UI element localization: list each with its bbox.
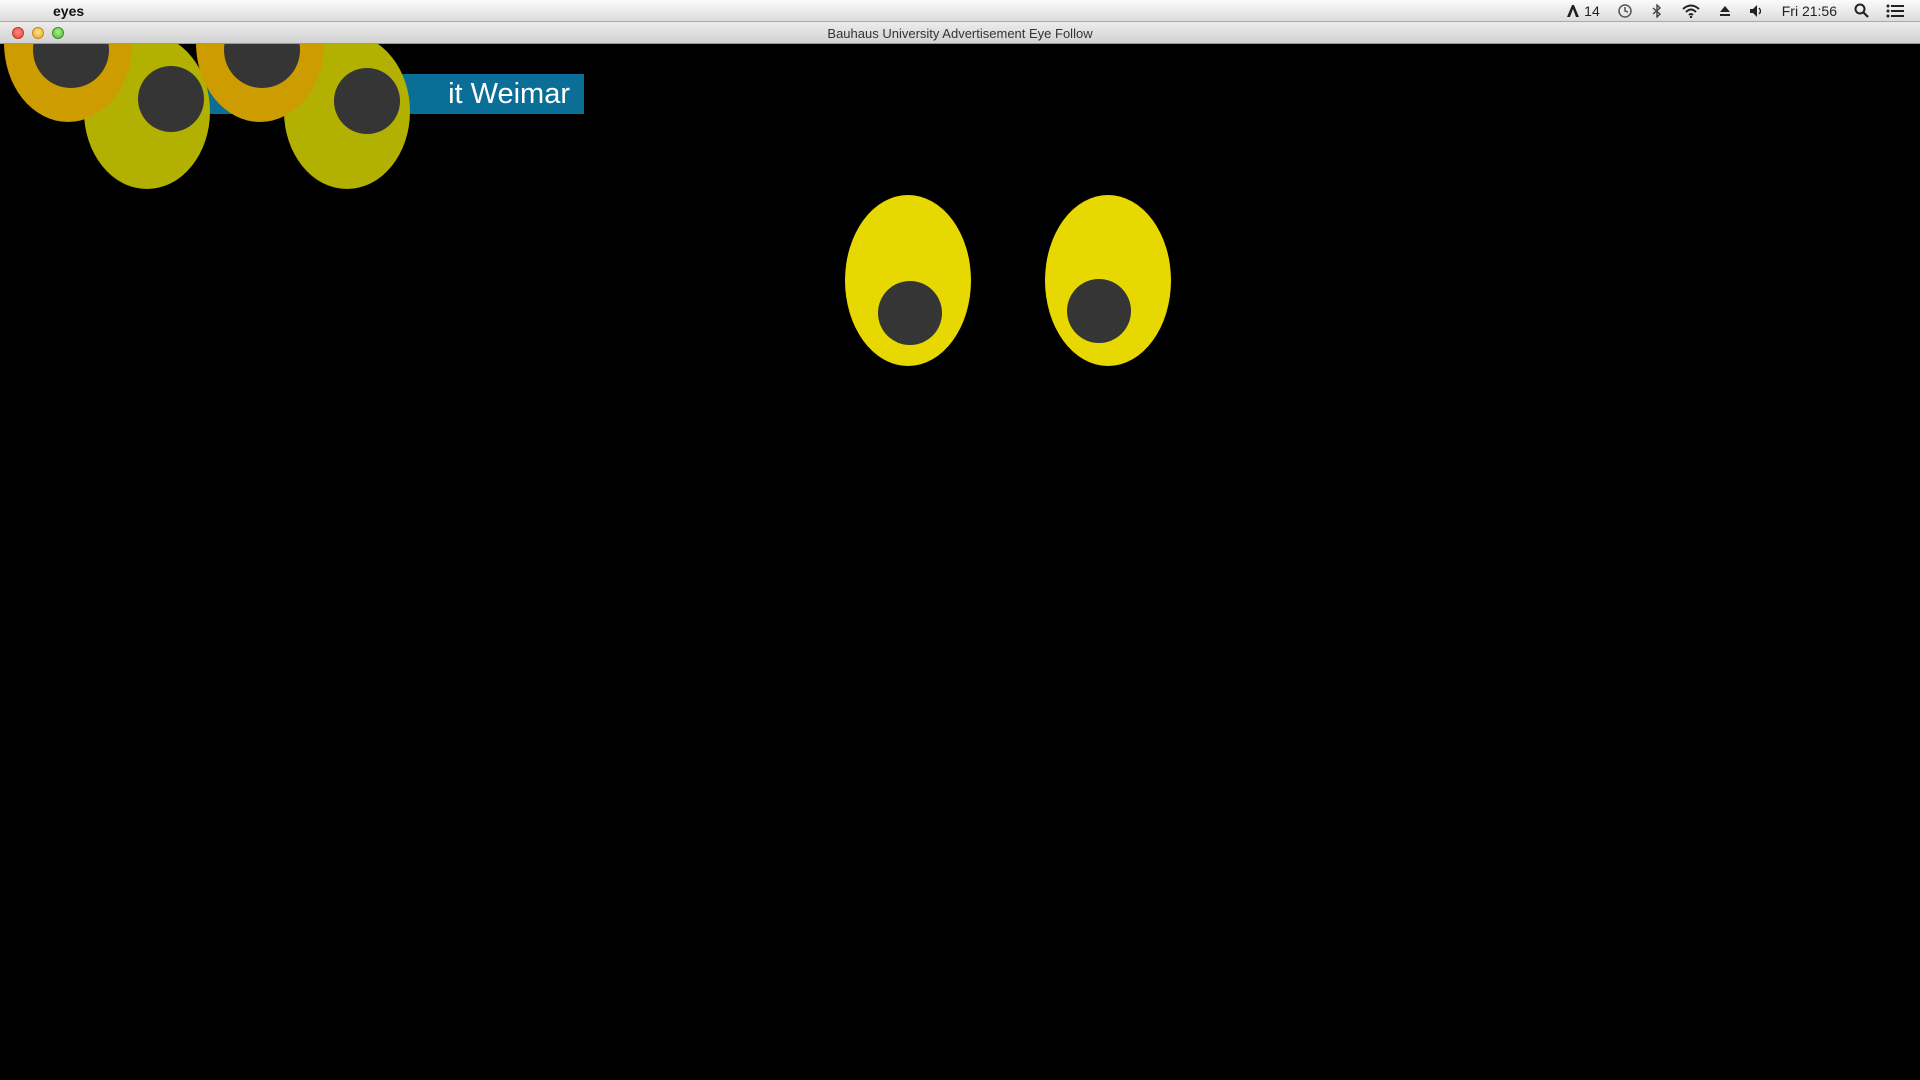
canvas-area[interactable]: it Weimar xyxy=(0,44,1920,1080)
volume-icon[interactable] xyxy=(1749,0,1765,21)
window-titlebar[interactable]: Bauhaus University Advertisement Eye Fol… xyxy=(0,22,1920,44)
adobe-icon xyxy=(1567,4,1580,17)
wifi-icon[interactable] xyxy=(1681,0,1701,21)
menu-extras: 14 Fri 21:56 xyxy=(1566,0,1920,21)
olive-eye-right-pupil xyxy=(334,68,400,134)
menu-clock[interactable]: Fri 21:56 xyxy=(1782,0,1837,21)
main-eye-right xyxy=(1045,195,1171,366)
adobe-update-count: 14 xyxy=(1584,2,1600,19)
main-eye-left-pupil xyxy=(878,281,942,345)
window-title: Bauhaus University Advertisement Eye Fol… xyxy=(827,26,1093,41)
bluetooth-icon[interactable] xyxy=(1650,0,1664,21)
main-eye-left xyxy=(845,195,971,366)
main-eye-right-pupil xyxy=(1067,279,1131,343)
app-menu-name[interactable]: eyes xyxy=(53,3,84,19)
time-machine-icon[interactable] xyxy=(1617,0,1633,21)
adobe-menu-item[interactable]: 14 xyxy=(1566,0,1600,21)
menu-bar: eyes 14 Fri 21:56 xyxy=(0,0,1920,22)
spotlight-search-icon[interactable] xyxy=(1854,0,1869,21)
notification-center-icon[interactable] xyxy=(1886,0,1904,21)
eject-icon[interactable] xyxy=(1718,0,1732,21)
olive-eye-left-pupil xyxy=(138,66,204,132)
